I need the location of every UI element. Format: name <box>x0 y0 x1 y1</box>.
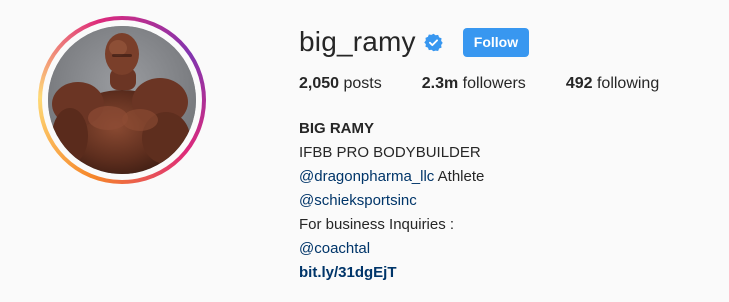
profile-full-name: BIG RAMY <box>299 120 374 137</box>
following-label: following <box>596 75 660 92</box>
posts-label: posts <box>343 75 382 92</box>
bio-line-sponsor-2: @schieksportsinc <box>299 189 484 213</box>
story-ring[interactable] <box>38 16 206 184</box>
mention-coachtal[interactable]: @coachtal <box>299 240 370 257</box>
bio-athlete-text: Athlete <box>434 168 485 185</box>
profile-stats: 2,050 posts 2.3m followers 492 following <box>299 75 699 93</box>
posts-count: 2,050 <box>299 75 340 92</box>
bio-line-coach: @coachtal <box>299 237 484 261</box>
avatar[interactable] <box>48 26 196 174</box>
bio-line-business: For business Inquiries : <box>299 216 455 233</box>
avatar-image <box>48 26 196 174</box>
bio-line-sponsor: @dragonpharma_llc Athlete <box>299 165 484 189</box>
stat-followers[interactable]: 2.3m followers <box>422 75 526 93</box>
bio-line-title: IFBB PRO BODYBUILDER <box>299 144 481 161</box>
verified-badge-icon <box>424 33 443 52</box>
follow-button[interactable]: Follow <box>462 27 530 57</box>
profile-header: big_ramy Follow <box>299 22 530 62</box>
external-link[interactable]: bit.ly/31dgEjT <box>299 264 397 281</box>
mention-schieksportsinc[interactable]: @schieksportsinc <box>299 192 417 209</box>
profile-bio: BIG RAMY IFBB PRO BODYBUILDER @dragonpha… <box>299 117 484 285</box>
followers-count: 2.3m <box>421 75 459 92</box>
stat-posts: 2,050 posts <box>299 75 382 93</box>
followers-label: followers <box>462 75 526 92</box>
avatar-border <box>42 20 202 180</box>
mention-dragonpharma[interactable]: @dragonpharma_llc <box>299 168 434 185</box>
stat-following[interactable]: 492 following <box>566 75 659 93</box>
following-count: 492 <box>565 75 593 92</box>
bio-line-link: bit.ly/31dgEjT <box>299 261 484 285</box>
username: big_ramy <box>299 26 416 57</box>
